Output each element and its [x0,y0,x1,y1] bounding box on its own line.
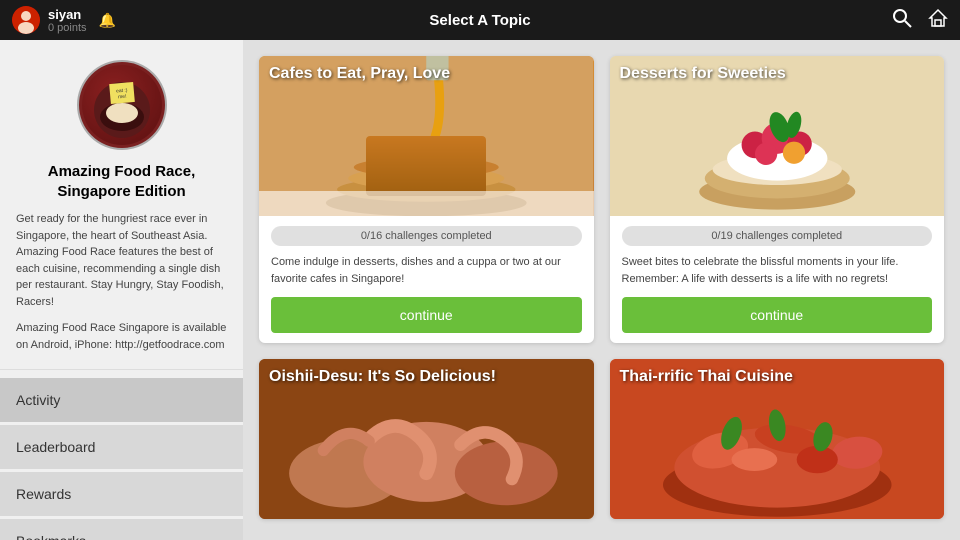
main-layout: eat :) me! Amazing Food Race, Singapore … [0,40,960,540]
top-navigation: siyan 0 points 🔔 Select A Topic [0,0,960,40]
thai-image: Thai-rrific Thai Cuisine [610,359,945,519]
cafes-image: Cafes to Eat, Pray, Love [259,56,594,216]
desserts-description: Sweet bites to celebrate the blissful mo… [622,254,933,287]
cafes-title: Cafes to Eat, Pray, Love [269,64,450,85]
user-details: siyan 0 points [48,7,87,34]
profile-avatar: eat :) me! [77,60,167,150]
rewards-label: Rewards [16,486,71,502]
desserts-progress-label: 0/19 challenges completed [711,230,842,242]
topic-card-thai: Thai-rrific Thai Cuisine [610,359,945,519]
svg-text:me!: me! [117,94,126,101]
points-label: 0 points [48,22,87,34]
profile-section: eat :) me! Amazing Food Race, Singapore … [0,40,243,370]
username-label: siyan [48,7,87,22]
sidebar-item-rewards[interactable]: Rewards [0,472,243,516]
cafes-bottom: 0/16 challenges completed Come indulge i… [259,216,594,343]
sidebar: eat :) me! Amazing Food Race, Singapore … [0,40,243,540]
home-icon[interactable] [928,8,948,33]
topic-card-cafes: Cafes to Eat, Pray, Love 0/16 challenges… [259,56,594,343]
bell-icon[interactable]: 🔔 [99,12,116,29]
desserts-continue-button[interactable]: continue [622,297,933,333]
cafes-progress: 0/16 challenges completed [271,226,582,246]
desserts-image: Desserts for Sweeties [610,56,945,216]
bookmarks-label: Bookmarks [16,533,86,540]
topics-grid: Cafes to Eat, Pray, Love 0/16 challenges… [259,56,944,519]
profile-description: Get ready for the hungriest race ever in… [16,211,227,310]
sidebar-item-leaderboard[interactable]: Leaderboard [0,425,243,469]
activity-label: Activity [16,392,60,408]
nav-actions [892,8,948,33]
cafes-description: Come indulge in desserts, dishes and a c… [271,254,582,287]
thai-title: Thai-rrific Thai Cuisine [620,367,793,388]
sidebar-item-activity[interactable]: Activity [0,378,243,422]
page-title: Select A Topic [429,12,530,29]
nav-avatar [12,6,40,34]
cafes-progress-label: 0/16 challenges completed [361,230,492,242]
desserts-progress: 0/19 challenges completed [622,226,933,246]
sidebar-menu: Activity Leaderboard Rewards Bookmarks [0,378,243,540]
profile-link: Amazing Food Race Singapore is available… [16,320,227,353]
oishii-image: Oishii-Desu: It's So Delicious! [259,359,594,519]
main-content: Cafes to Eat, Pray, Love 0/16 challenges… [243,40,960,540]
cafes-continue-button[interactable]: continue [271,297,582,333]
search-icon[interactable] [892,8,912,33]
sidebar-item-bookmarks[interactable]: Bookmarks [0,519,243,540]
leaderboard-label: Leaderboard [16,439,95,455]
profile-name: Amazing Food Race, Singapore Edition [16,162,227,201]
desserts-title: Desserts for Sweeties [620,64,786,85]
oishii-title: Oishii-Desu: It's So Delicious! [269,367,496,388]
topic-card-oishii: Oishii-Desu: It's So Delicious! [259,359,594,519]
desserts-bottom: 0/19 challenges completed Sweet bites to… [610,216,945,343]
avatar-inner: eat :) me! [82,65,162,145]
user-info: siyan 0 points 🔔 [12,6,116,34]
topic-card-desserts: Desserts for Sweeties 0/19 challenges co… [610,56,945,343]
